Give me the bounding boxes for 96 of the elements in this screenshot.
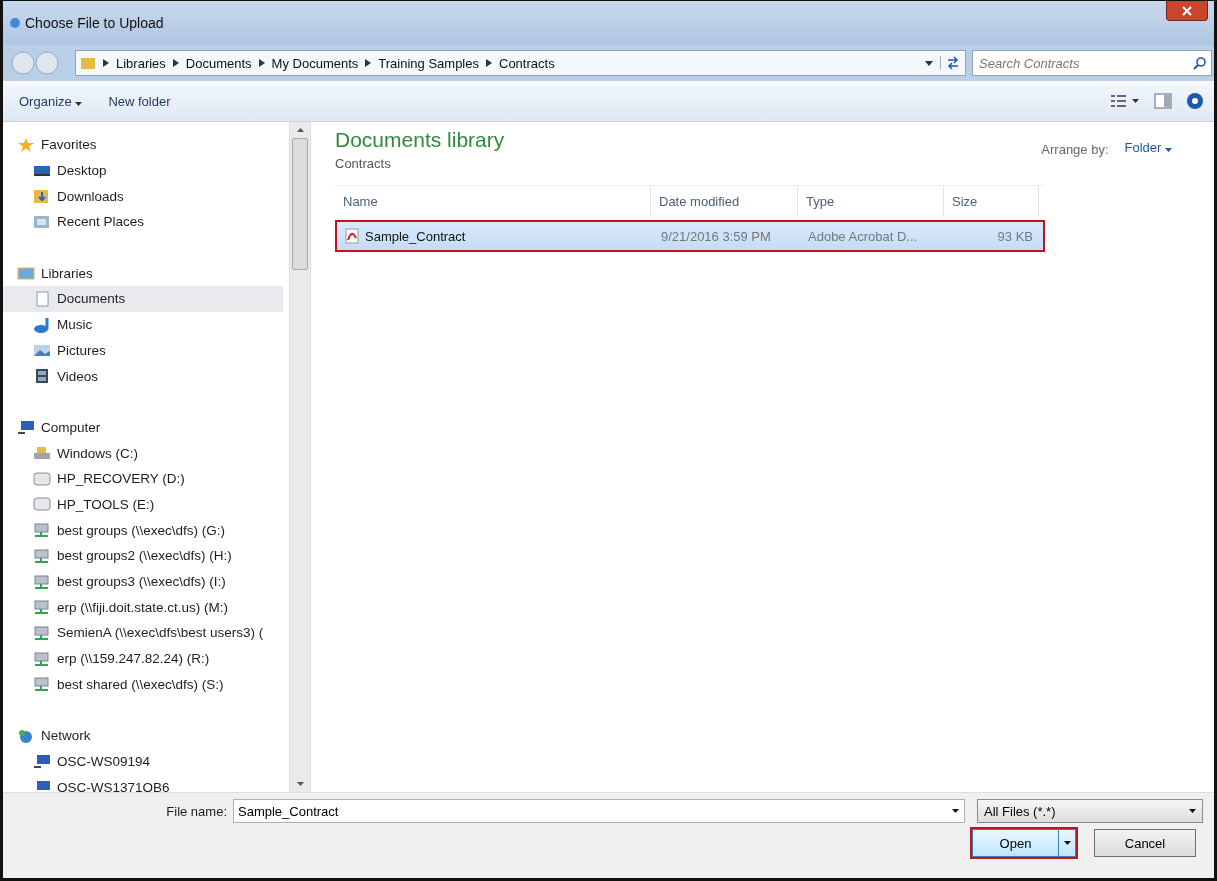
app-icon (9, 16, 21, 30)
network-drive-icon (33, 676, 51, 693)
arrange-by-label: Arrange by: (1041, 142, 1109, 157)
caret-icon (1063, 841, 1071, 845)
network-drive-icon (33, 573, 51, 590)
library-folder-icon (17, 265, 35, 282)
window-title: Choose File to Upload (25, 15, 164, 31)
sidebar-group[interactable]: Favorites (3, 132, 289, 158)
sidebar-item[interactable]: Videos (3, 363, 283, 389)
breadcrumb[interactable]: Documents (185, 55, 252, 71)
close-icon (1181, 5, 1193, 16)
drive-icon (33, 470, 51, 487)
column-header[interactable]: Type (798, 186, 944, 216)
sidebar-item[interactable]: Desktop (3, 157, 283, 184)
address-bar[interactable]: Libraries Documents My Documents Training Samples Contracts (75, 50, 966, 76)
scroll-thumb[interactable] (292, 138, 308, 270)
document-icon (33, 290, 51, 307)
sidebar-group[interactable]: Computer (3, 414, 289, 441)
column-header[interactable]: Name (335, 186, 651, 216)
library-title: Documents library (335, 128, 505, 152)
pdf-file-icon (345, 228, 359, 244)
type-cell-text: Adobe Acrobat D... (807, 228, 919, 244)
sidebar-item[interactable]: best groups2 (\\exec\dfs) (H:) (3, 543, 283, 569)
cancel-button[interactable]: Cancel (1094, 829, 1196, 857)
open-button[interactable]: Open (972, 829, 1076, 857)
organize-button[interactable]: Organize (13, 91, 89, 111)
scroll-up-icon[interactable] (296, 128, 304, 132)
recent-places-icon (33, 213, 51, 230)
caret-icon (1165, 148, 1172, 152)
sidebar-item[interactable]: HP_RECOVERY (D:) (3, 465, 283, 492)
close-button[interactable] (1166, 1, 1208, 21)
sidebar-item[interactable]: Windows (C:) (3, 440, 283, 466)
dropdown-icon[interactable] (925, 60, 933, 66)
sidebar-item[interactable]: Downloads (3, 183, 283, 210)
star-icon (17, 136, 35, 153)
file-type-dropdown[interactable]: All Files (*.*) (977, 799, 1203, 823)
scroll-down-icon[interactable] (296, 782, 304, 786)
date-cell-text: 9/21/2016 3:59 PM (660, 228, 772, 244)
sidebar-item[interactable]: Recent Places (3, 209, 283, 235)
network-icon (17, 727, 35, 744)
windows-drive-icon (33, 445, 51, 462)
arrange-by-dropdown[interactable]: Folder (1118, 139, 1178, 156)
chevron-icon (103, 59, 109, 67)
caret-icon (1189, 809, 1196, 813)
breadcrumb[interactable]: Training Samples (378, 55, 479, 71)
chevron-icon (365, 59, 372, 67)
folder-icon (80, 56, 96, 70)
breadcrumb[interactable]: Libraries (116, 55, 166, 71)
network-drive-icon (33, 624, 51, 641)
chevron-icon (258, 59, 265, 67)
computer-icon (17, 419, 35, 436)
sidebar-item[interactable]: OSC-WS1371OB6 (3, 774, 283, 792)
downloads-folder-icon (33, 188, 51, 205)
sidebar-group[interactable]: Libraries (3, 260, 289, 287)
sidebar-item[interactable]: Pictures (3, 337, 283, 364)
music-note-icon (33, 316, 51, 333)
file-row[interactable]: Sample_Contract 9/21/2016 3:59 PM Adobe Acrobat D... 93 KB (335, 220, 1045, 252)
search-icon (1193, 56, 1207, 70)
help-icon[interactable] (1186, 92, 1204, 110)
sidebar-item[interactable]: SemienA (\\exec\dfs\best users3) ( (3, 620, 283, 646)
pictures-icon (33, 342, 51, 359)
new-folder-button[interactable]: New folder (102, 91, 177, 111)
refresh-icon[interactable] (940, 56, 961, 70)
chevron-icon (486, 59, 492, 67)
sidebar-item[interactable]: OSC-WS09194 (3, 748, 283, 775)
sidebar-item[interactable]: HP_TOOLS (E:) (3, 491, 283, 518)
network-drive-icon (33, 650, 51, 667)
file-name-field[interactable]: Sample_Contract (233, 799, 965, 823)
sidebar-item[interactable]: Music (3, 311, 283, 338)
film-icon (33, 368, 51, 385)
dropdown-icon[interactable] (952, 809, 959, 813)
caret-icon (75, 101, 83, 106)
computer-icon (33, 753, 51, 770)
chevron-icon (172, 59, 179, 67)
view-options-icon[interactable] (1110, 94, 1140, 108)
sidebar-item[interactable]: best shared (\\exec\dfs) (S:) (3, 671, 283, 698)
scrollbar[interactable] (289, 122, 310, 792)
network-drive-icon (33, 547, 51, 564)
network-drive-icon (33, 599, 51, 616)
column-header[interactable]: Size (944, 186, 1039, 216)
column-header[interactable]: Date modified (651, 186, 798, 216)
search-field[interactable]: Search Contracts (972, 50, 1212, 76)
file-name: Sample_Contract (365, 228, 466, 244)
size-cell-text: 93 KB (996, 228, 1034, 244)
library-subtitle: Contracts (335, 156, 392, 171)
sidebar-group[interactable]: Network (3, 722, 289, 749)
sidebar-item[interactable]: best groups (\\exec\dfs) (G:) (3, 517, 283, 543)
sidebar-item[interactable]: erp (\\159.247.82.24) (R:) (3, 645, 283, 672)
sidebar-item[interactable]: erp (\\fiji.doit.state.ct.us) (M:) (3, 594, 283, 621)
file-name-label: File name: (165, 803, 227, 819)
sidebar-item[interactable]: best groups3 (\\exec\dfs) (I:) (3, 568, 283, 595)
drive-icon (33, 496, 51, 513)
network-drive-icon (33, 522, 51, 539)
breadcrumb[interactable]: Contracts (499, 55, 555, 71)
breadcrumb[interactable]: My Documents (271, 55, 359, 71)
sidebar-item[interactable]: Documents (3, 286, 283, 312)
